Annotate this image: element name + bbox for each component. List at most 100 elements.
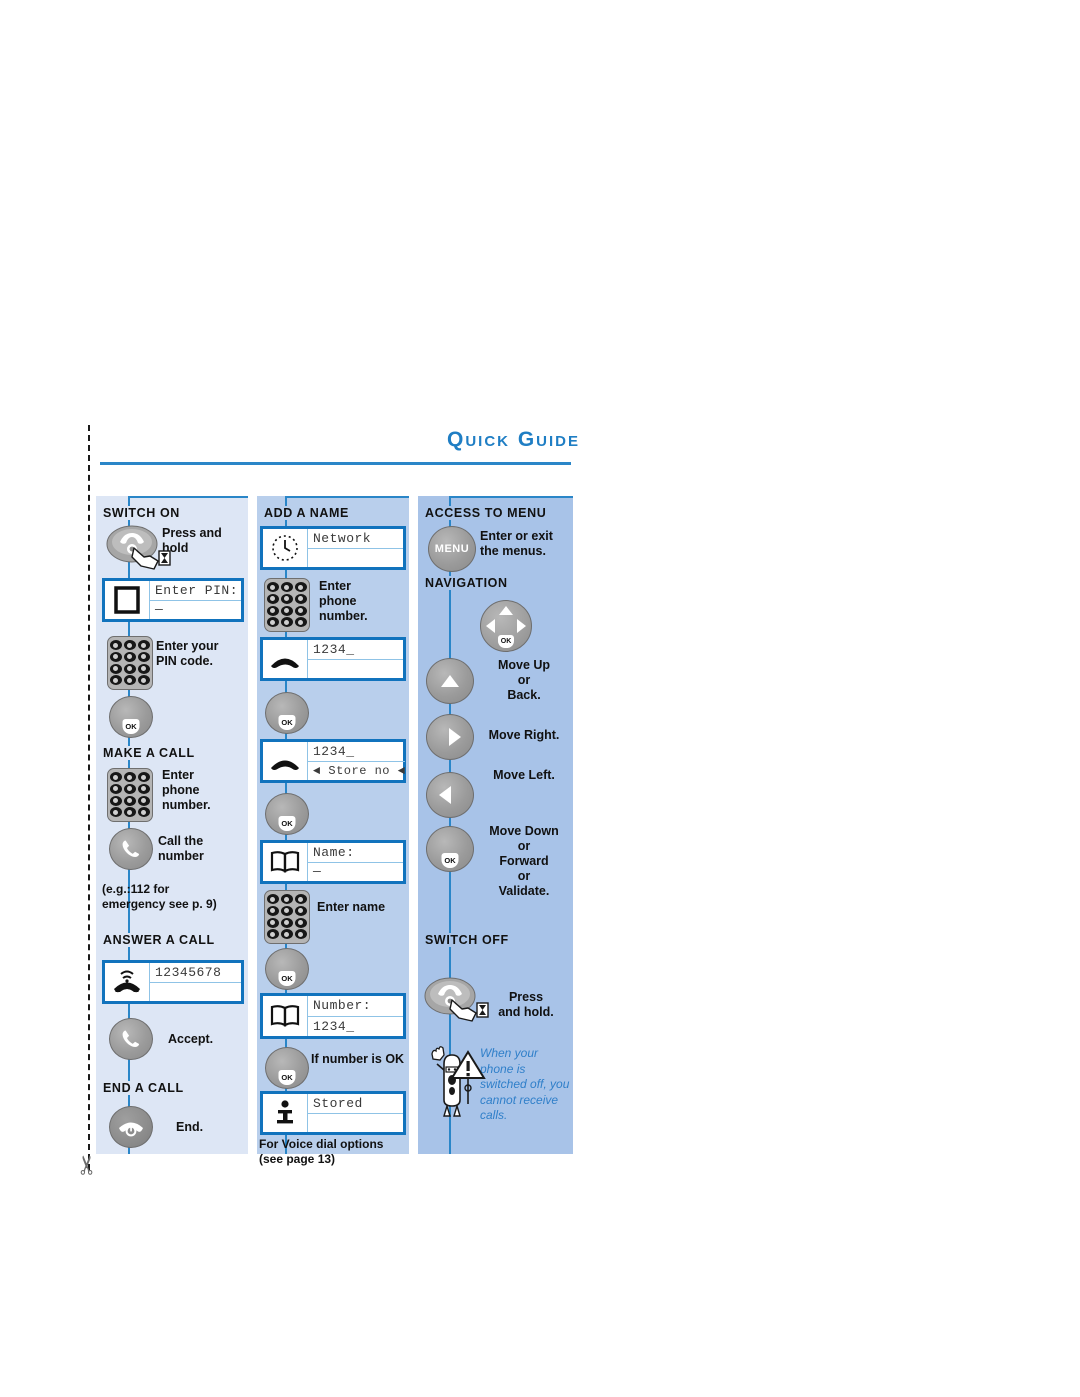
ok-key-label: OK bbox=[278, 971, 296, 986]
section-heading-navigation: NAVIGATION bbox=[424, 576, 509, 590]
ok-key[interactable]: OK bbox=[109, 696, 153, 738]
section-heading-make-a-call: MAKE A CALL bbox=[102, 746, 196, 760]
section-heading-add-a-name: ADD A NAME bbox=[263, 506, 350, 520]
menu-key[interactable]: MENU bbox=[428, 526, 476, 572]
display-line-2 bbox=[308, 660, 403, 679]
display-line-2 bbox=[150, 983, 241, 1002]
caption-end: End. bbox=[176, 1120, 204, 1134]
arrow-right-icon bbox=[449, 728, 461, 746]
display-line-2 bbox=[308, 549, 403, 568]
flow-topbar bbox=[449, 496, 573, 498]
display-line-2: — bbox=[313, 864, 322, 880]
power-key-icon[interactable] bbox=[422, 976, 502, 1029]
caption-enter-or-exit: Enter or exit the menus. bbox=[480, 529, 553, 558]
display-name: Name: — bbox=[260, 840, 406, 884]
caption-enter-pin-code: Enter your PIN code. bbox=[156, 639, 219, 668]
caption-move-up: Move Up or Back. bbox=[497, 658, 551, 702]
accept-call-key[interactable] bbox=[109, 1018, 153, 1060]
display-line-2: — bbox=[155, 602, 164, 618]
menu-key-label: MENU bbox=[434, 543, 470, 555]
ok-key[interactable]: OK bbox=[265, 1047, 309, 1089]
section-heading-answer-a-call: ANSWER A CALL bbox=[102, 933, 216, 947]
ok-key-label: OK bbox=[278, 816, 296, 831]
section-heading-access-to-menu: ACCESS TO MENU bbox=[424, 506, 548, 520]
caption-move-right: Move Right. bbox=[488, 728, 560, 742]
display-line-1: Number: bbox=[308, 996, 403, 1017]
section-heading-switch-off: SWITCH OFF bbox=[424, 933, 510, 947]
display-store-no: 1234_ ◄ Store no ◄ bbox=[260, 739, 406, 783]
title-divider bbox=[100, 462, 571, 465]
ok-key[interactable]: OK bbox=[265, 692, 309, 734]
section-heading-switch-on: SWITCH ON bbox=[102, 506, 181, 520]
display-enter-pin: Enter PIN: — bbox=[102, 578, 244, 622]
caption-enter-phone-number: Enter phone number. bbox=[162, 768, 211, 812]
section-heading-end-a-call: END A CALL bbox=[102, 1081, 185, 1095]
ok-key-label: OK bbox=[278, 715, 296, 730]
caption-move-left: Move Left. bbox=[493, 768, 555, 782]
phonebook-icon bbox=[263, 843, 308, 881]
ok-key[interactable]: OK bbox=[265, 793, 309, 835]
caption-if-number-is-ok: If number is OK bbox=[311, 1052, 405, 1066]
nav-right-key[interactable] bbox=[426, 714, 474, 760]
display-network: Network bbox=[260, 526, 406, 570]
nav-right-icon bbox=[517, 619, 526, 633]
nav-up-icon bbox=[499, 606, 513, 615]
column-access-to-menu: ACCESS TO MENU MENU Enter or exit the me… bbox=[418, 496, 573, 1154]
caption-move-down: Move Down or Forward or Validate. bbox=[489, 824, 559, 898]
caption-enter-phone-number: Enter phone number. bbox=[319, 579, 368, 623]
clock-icon bbox=[263, 529, 308, 567]
ok-key-label: OK bbox=[278, 1070, 296, 1085]
nav-left-icon bbox=[486, 619, 495, 633]
nav-down-key[interactable]: OK bbox=[426, 826, 474, 872]
power-key-icon[interactable] bbox=[104, 524, 184, 577]
display-line-1: Stored bbox=[308, 1094, 403, 1114]
column-switch-on: SWITCH ON Press and hold Enter PIN: — En… bbox=[96, 496, 248, 1154]
tip-switched-off: When your phone is switched off, you can… bbox=[480, 1046, 570, 1122]
keypad-icon[interactable] bbox=[107, 768, 153, 822]
handset-icon bbox=[263, 742, 308, 780]
flow-topbar bbox=[128, 496, 248, 498]
call-key[interactable] bbox=[109, 828, 153, 870]
phonebook-icon bbox=[263, 996, 308, 1036]
display-line-2: 1234_ bbox=[313, 1018, 355, 1034]
display-stored: Stored bbox=[260, 1091, 406, 1135]
display-line-1: Network bbox=[308, 529, 403, 549]
keypad-icon[interactable] bbox=[107, 636, 153, 690]
display-line-1: 12345678 bbox=[150, 963, 241, 983]
end-call-key[interactable] bbox=[109, 1106, 153, 1148]
display-dialed-number: 1234_ bbox=[260, 637, 406, 681]
caption-call-the-number: Call the number bbox=[158, 834, 204, 863]
cut-line bbox=[88, 425, 90, 1170]
ok-key[interactable]: OK bbox=[265, 948, 309, 990]
display-incoming-call: 12345678 bbox=[102, 960, 244, 1004]
display-line-2: ◄ Store no ◄ bbox=[313, 763, 406, 778]
arrow-up-icon bbox=[441, 675, 459, 687]
display-line-1: 1234_ bbox=[308, 742, 406, 762]
navigation-pad-icon[interactable]: OK bbox=[480, 600, 532, 652]
display-number: Number: 1234_ bbox=[260, 993, 406, 1039]
handset-icon bbox=[263, 640, 308, 678]
column-add-a-name: ADD A NAME Network Enter phone number. 1… bbox=[257, 496, 409, 1166]
ok-key-label: OK bbox=[122, 719, 140, 734]
note-voice-dial: For Voice dial options (see page 13) bbox=[259, 1137, 384, 1166]
keypad-icon[interactable] bbox=[264, 890, 310, 944]
keypad-icon[interactable] bbox=[264, 578, 310, 632]
nav-ok-label: OK bbox=[498, 635, 514, 648]
info-icon bbox=[263, 1094, 308, 1132]
caption-accept: Accept. bbox=[168, 1032, 214, 1046]
ok-key-label: OK bbox=[441, 853, 459, 868]
nav-left-key[interactable] bbox=[426, 772, 474, 818]
sim-card-icon bbox=[105, 581, 150, 619]
nav-up-key[interactable] bbox=[426, 658, 474, 704]
flow-topbar bbox=[285, 496, 409, 498]
page-title: Quick Guide bbox=[446, 428, 580, 451]
caption-enter-name: Enter name bbox=[317, 900, 386, 914]
mascot-warning-icon bbox=[424, 1044, 486, 1125]
display-line-1: 1234_ bbox=[308, 640, 403, 660]
note-emergency: (e.g.:112 for emergency see p. 9) bbox=[102, 882, 217, 911]
display-line-1: Name: bbox=[308, 843, 403, 863]
display-line-1: Enter PIN: bbox=[150, 581, 241, 601]
arrow-left-icon bbox=[439, 786, 451, 804]
display-line-2 bbox=[308, 1114, 403, 1133]
incoming-call-icon bbox=[105, 963, 150, 1001]
